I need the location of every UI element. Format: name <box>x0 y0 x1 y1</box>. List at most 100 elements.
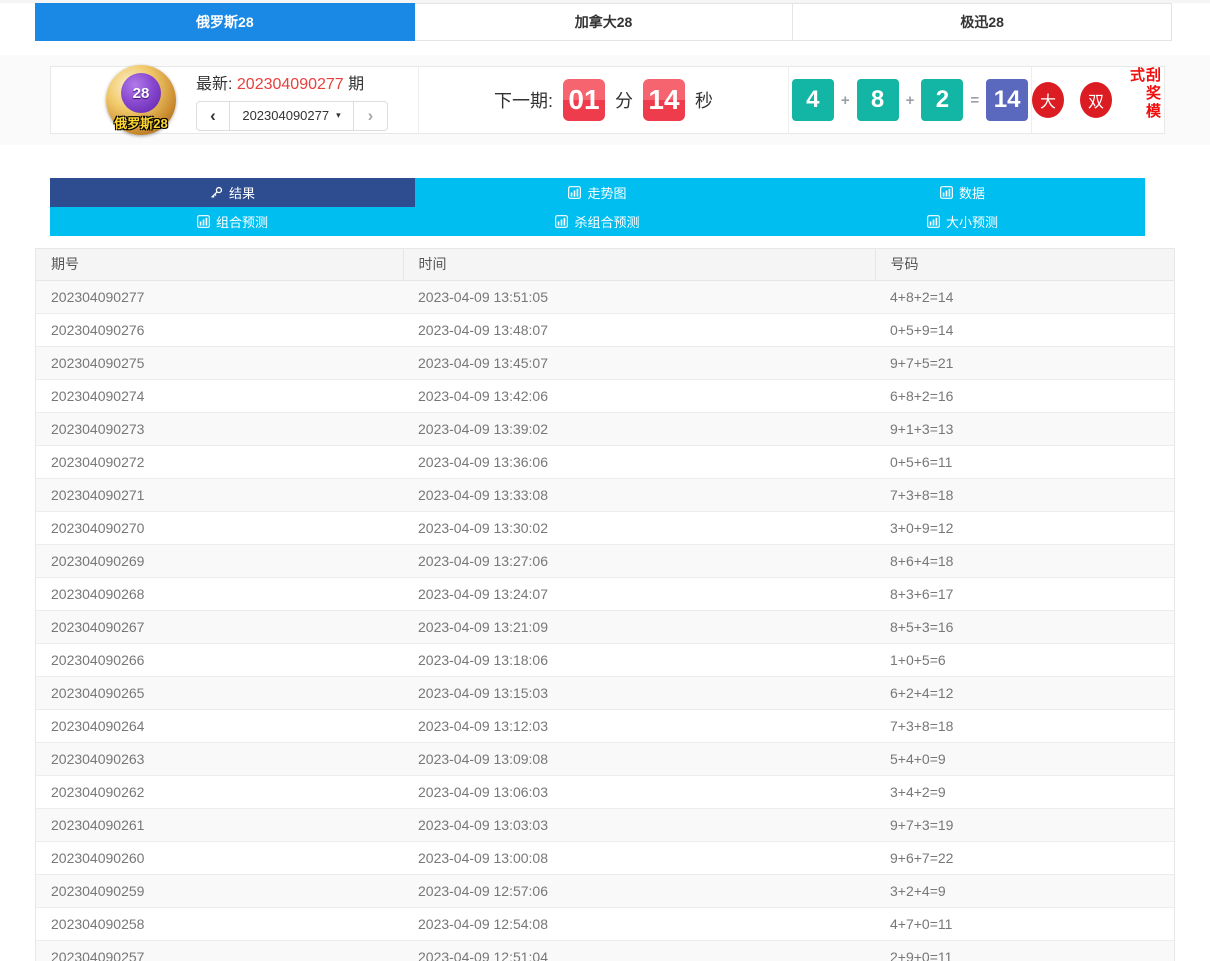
plus-sign: + <box>906 92 915 109</box>
nav-item-data[interactable]: 数据 <box>780 178 1145 207</box>
cell-time: 2023-04-09 13:27:06 <box>403 544 875 577</box>
table-row: 202304090273 2023-04-09 13:39:02 9+1+3=1… <box>36 412 1174 445</box>
cell-period: 202304090277 <box>36 280 403 313</box>
function-nav: 结果 走势图 数据 组合预测 杀组合预测 <box>50 178 1145 236</box>
prev-period-button[interactable]: ‹ <box>196 101 230 131</box>
nav-item-trend-chart[interactable]: 走势图 <box>415 178 780 207</box>
cell-result: 8+5+3=16 <box>875 610 1174 643</box>
cell-result: 9+7+5=21 <box>875 346 1174 379</box>
table-row: 202304090266 2023-04-09 13:18:06 1+0+5=6 <box>36 643 1174 676</box>
cell-period: 202304090269 <box>36 544 403 577</box>
cell-time: 2023-04-09 13:24:07 <box>403 577 875 610</box>
cell-time: 2023-04-09 13:51:05 <box>403 280 875 313</box>
nav-item-label: 数据 <box>959 183 985 202</box>
badge-even[interactable]: 双 <box>1080 82 1112 118</box>
seconds-unit-label: 秒 <box>695 87 713 113</box>
lottery-ball-icon: 28 <box>121 73 161 113</box>
draw-ball-2: 8 <box>857 79 899 121</box>
nav-item-results[interactable]: 结果 <box>50 178 415 207</box>
tab-canada-28[interactable]: 加拿大28 <box>415 3 794 41</box>
cell-time: 2023-04-09 12:57:06 <box>403 874 875 907</box>
table-row: 202304090267 2023-04-09 13:21:09 8+5+3=1… <box>36 610 1174 643</box>
tab-russia-28[interactable]: 俄罗斯28 <box>35 3 415 41</box>
table-row: 202304090277 2023-04-09 13:51:05 4+8+2=1… <box>36 280 1174 313</box>
latest-draw-block: 最新: 202304090277 期 ‹ 202304090277 ▾ › <box>196 70 388 131</box>
cell-result: 5+4+0=9 <box>875 742 1174 775</box>
table-row: 202304090258 2023-04-09 12:54:08 4+7+0=1… <box>36 907 1174 940</box>
cell-time: 2023-04-09 13:30:02 <box>403 511 875 544</box>
cell-result: 0+5+6=11 <box>875 445 1174 478</box>
cell-result: 7+3+8=18 <box>875 478 1174 511</box>
cell-period: 202304090267 <box>36 610 403 643</box>
cell-period: 202304090264 <box>36 709 403 742</box>
results-table-body: 202304090277 2023-04-09 13:51:05 4+8+2=1… <box>36 280 1174 961</box>
period-selector: ‹ 202304090277 ▾ › <box>196 101 388 131</box>
chart-icon <box>940 186 953 199</box>
cell-result: 6+2+4=12 <box>875 676 1174 709</box>
lottery-tabs: 俄罗斯28 加拿大28 极迅28 <box>35 3 1172 41</box>
results-table-wrap: 期号 时间 号码 202304090277 2023-04-09 13:51:0… <box>35 248 1175 961</box>
table-row: 202304090261 2023-04-09 13:03:03 9+7+3=1… <box>36 808 1174 841</box>
table-row: 202304090259 2023-04-09 12:57:06 3+2+4=9 <box>36 874 1174 907</box>
cell-result: 9+6+7=22 <box>875 841 1174 874</box>
lottery-logo-title: 俄罗斯28 <box>106 113 176 132</box>
badge-big[interactable]: 大 <box>1032 82 1064 118</box>
cell-result: 8+3+6=17 <box>875 577 1174 610</box>
draw-summary-card: 28 俄罗斯28 最新: 202304090277 期 ‹ 2023040902… <box>50 66 1165 134</box>
cell-result: 4+8+2=14 <box>875 280 1174 313</box>
table-header-row: 期号 时间 号码 <box>36 249 1174 280</box>
nav-item-label: 组合预测 <box>216 212 268 231</box>
cell-period: 202304090274 <box>36 379 403 412</box>
cell-time: 2023-04-09 13:33:08 <box>403 478 875 511</box>
cell-result: 3+0+9=12 <box>875 511 1174 544</box>
table-row: 202304090265 2023-04-09 13:15:03 6+2+4=1… <box>36 676 1174 709</box>
cell-period: 202304090261 <box>36 808 403 841</box>
plus-sign: + <box>841 92 850 109</box>
nav-item-kill-combo-prediction[interactable]: 杀组合预测 <box>415 207 780 236</box>
cell-time: 2023-04-09 12:54:08 <box>403 907 875 940</box>
cell-period: 202304090271 <box>36 478 403 511</box>
lottery-logo-icon: 28 俄罗斯28 <box>106 65 176 135</box>
cell-period: 202304090268 <box>36 577 403 610</box>
nav-item-bigsmall-prediction[interactable]: 大小预测 <box>780 207 1145 236</box>
draw-numbers-section: 4 + 8 + 2 = 14 <box>789 67 1032 133</box>
cell-time: 2023-04-09 13:48:07 <box>403 313 875 346</box>
table-row: 202304090264 2023-04-09 13:12:03 7+3+8=1… <box>36 709 1174 742</box>
cell-result: 0+5+9=14 <box>875 313 1174 346</box>
table-row: 202304090274 2023-04-09 13:42:06 6+8+2=1… <box>36 379 1174 412</box>
cell-period: 202304090258 <box>36 907 403 940</box>
cell-period: 202304090262 <box>36 775 403 808</box>
cell-time: 2023-04-09 13:18:06 <box>403 643 875 676</box>
table-row: 202304090270 2023-04-09 13:30:02 3+0+9=1… <box>36 511 1174 544</box>
cell-period: 202304090270 <box>36 511 403 544</box>
cell-time: 2023-04-09 13:42:06 <box>403 379 875 412</box>
next-period-button[interactable]: › <box>354 101 388 131</box>
cell-time: 2023-04-09 13:39:02 <box>403 412 875 445</box>
cell-period: 202304090257 <box>36 940 403 961</box>
cell-period: 202304090260 <box>36 841 403 874</box>
period-dropdown-value: 202304090277 <box>242 108 329 123</box>
chevron-right-icon: › <box>368 106 374 126</box>
cell-time: 2023-04-09 13:06:03 <box>403 775 875 808</box>
nav-row-1: 结果 走势图 数据 <box>50 178 1145 207</box>
cell-period: 202304090272 <box>36 445 403 478</box>
nav-item-combo-prediction[interactable]: 组合预测 <box>50 207 415 236</box>
cell-time: 2023-04-09 13:09:08 <box>403 742 875 775</box>
results-table: 期号 时间 号码 202304090277 2023-04-09 13:51:0… <box>36 249 1174 961</box>
countdown-label: 下一期: <box>494 87 553 113</box>
table-row: 202304090268 2023-04-09 13:24:07 8+3+6=1… <box>36 577 1174 610</box>
cell-result: 4+7+0=11 <box>875 907 1174 940</box>
cell-period: 202304090273 <box>36 412 403 445</box>
cell-period: 202304090276 <box>36 313 403 346</box>
cell-period: 202304090259 <box>36 874 403 907</box>
nav-item-label: 大小预测 <box>946 212 998 231</box>
cell-result: 7+3+8=18 <box>875 709 1174 742</box>
period-suffix: 期 <box>348 76 364 93</box>
table-row: 202304090257 2023-04-09 12:51:04 2+9+0=1… <box>36 940 1174 961</box>
scratch-mode-link[interactable]: 刮奖模式 <box>1128 67 1160 133</box>
result-badges-section: 大 双 刮奖模式 <box>1032 67 1164 133</box>
period-dropdown[interactable]: 202304090277 ▾ <box>230 101 354 131</box>
nav-row-2: 组合预测 杀组合预测 大小预测 <box>50 207 1145 236</box>
tab-jixun-28[interactable]: 极迅28 <box>793 3 1172 41</box>
chevron-left-icon: ‹ <box>210 106 216 126</box>
